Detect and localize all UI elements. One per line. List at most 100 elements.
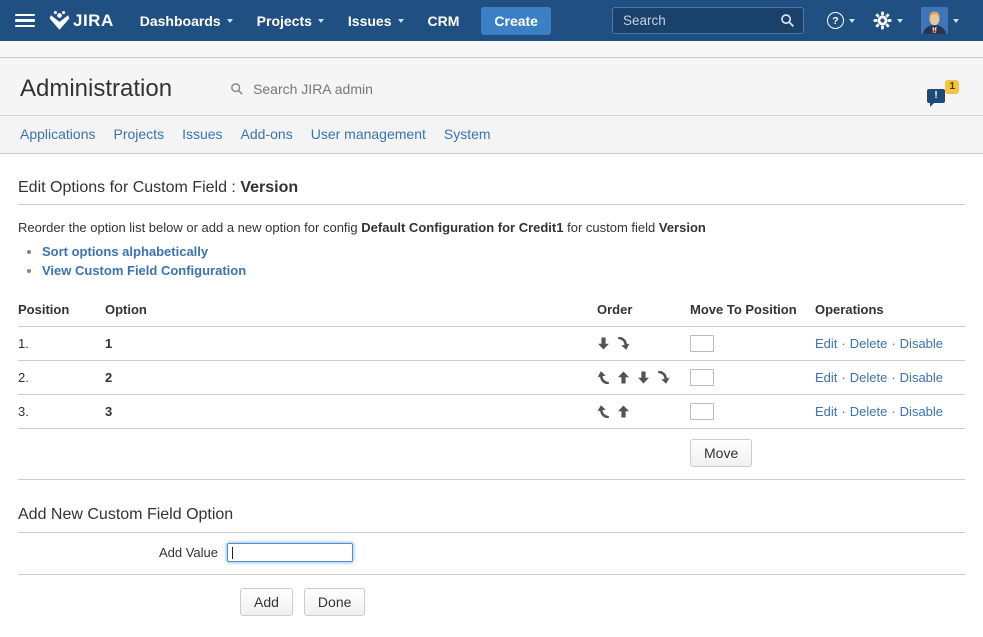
order-icons bbox=[597, 337, 690, 350]
options-table: PositionOptionOrderMove To PositionOpera… bbox=[18, 296, 965, 480]
option-value: 1 bbox=[105, 336, 112, 351]
move-to-position-cell bbox=[690, 361, 815, 395]
jira-logo[interactable]: JIRA bbox=[49, 10, 114, 31]
empty-cell bbox=[815, 429, 965, 480]
sort-options-alphabetically-link[interactable]: Sort options alphabetically bbox=[42, 244, 208, 259]
notification-icon[interactable]: 1 ! bbox=[925, 80, 959, 110]
admin-search-input[interactable] bbox=[251, 80, 421, 98]
order-icons bbox=[597, 371, 690, 384]
move-to-position-cell bbox=[690, 327, 815, 361]
delete-link[interactable]: Delete bbox=[850, 370, 888, 385]
help-menu[interactable]: ? bbox=[818, 0, 864, 41]
order-icons bbox=[597, 405, 690, 418]
admin-tabs: ApplicationsProjectsIssuesAdd-onsUser ma… bbox=[0, 115, 983, 154]
move-to-position-input[interactable] bbox=[690, 369, 714, 386]
add-value-label: Add Value bbox=[18, 545, 218, 560]
tab-applications[interactable]: Applications bbox=[11, 116, 105, 153]
empty-cell bbox=[105, 429, 597, 480]
admin-search[interactable] bbox=[230, 80, 421, 98]
tab-system[interactable]: System bbox=[435, 116, 500, 153]
col-header-option: Option bbox=[105, 296, 597, 327]
nav-item-issues[interactable]: Issues bbox=[336, 0, 416, 41]
move-to-position-input[interactable] bbox=[690, 403, 714, 420]
empty-cell bbox=[18, 429, 105, 480]
edit-link[interactable]: Edit bbox=[815, 336, 837, 351]
nav-item-label: Projects bbox=[257, 13, 312, 29]
move-to-first-icon[interactable] bbox=[597, 405, 610, 418]
tab-user-management[interactable]: User management bbox=[302, 116, 435, 153]
order-cell bbox=[597, 327, 690, 361]
tab-projects[interactable]: Projects bbox=[105, 116, 174, 153]
link-separator: · bbox=[887, 336, 899, 351]
notification-bubble: ! bbox=[927, 89, 945, 103]
nav-item-projects[interactable]: Projects bbox=[245, 0, 336, 41]
move-button[interactable]: Move bbox=[690, 439, 752, 467]
delete-link[interactable]: Delete bbox=[850, 336, 888, 351]
move-to-last-icon[interactable] bbox=[657, 371, 670, 384]
edit-link[interactable]: Edit bbox=[815, 404, 837, 419]
chevron-down-icon bbox=[227, 19, 233, 23]
move-to-position-cell bbox=[690, 395, 815, 429]
add-value-row: Add Value bbox=[18, 533, 965, 574]
edit-link[interactable]: Edit bbox=[815, 370, 837, 385]
chevron-down-icon bbox=[849, 19, 855, 23]
order-cell bbox=[597, 361, 690, 395]
chevron-down-icon bbox=[953, 19, 959, 23]
section-heading: Edit Options for Custom Field : Version bbox=[18, 179, 965, 197]
create-button[interactable]: Create bbox=[481, 7, 551, 35]
move-down-icon[interactable] bbox=[637, 371, 650, 384]
option-cell: 1 bbox=[105, 327, 597, 361]
move-to-last-icon[interactable] bbox=[617, 337, 630, 350]
empty-cell bbox=[597, 429, 690, 480]
tab-add-ons[interactable]: Add-ons bbox=[232, 116, 302, 153]
help-icon: ? bbox=[827, 12, 844, 29]
position-cell: 1. bbox=[18, 327, 105, 361]
add-value-input[interactable] bbox=[227, 543, 353, 562]
operations-cell: Edit·Delete·Disable bbox=[815, 395, 965, 429]
move-up-icon[interactable] bbox=[617, 371, 630, 384]
nav-item-dashboards[interactable]: Dashboards bbox=[128, 0, 245, 41]
admin-header: Administration 1 ! bbox=[0, 57, 983, 115]
done-button[interactable]: Done bbox=[304, 588, 365, 616]
link-separator: · bbox=[837, 370, 849, 385]
custom-field-name: Version bbox=[240, 179, 298, 196]
add-button[interactable]: Add bbox=[240, 588, 293, 616]
sub-header-strip bbox=[0, 41, 983, 57]
navbar-items: Dashboards Projects IssuesCRM bbox=[128, 0, 472, 41]
hamburger-icon[interactable] bbox=[15, 14, 35, 28]
option-value: 2 bbox=[105, 370, 112, 385]
move-to-position-input[interactable] bbox=[690, 335, 714, 352]
nav-item-label: Dashboards bbox=[140, 13, 221, 29]
link-separator: · bbox=[887, 404, 899, 419]
table-row: 2.2Edit·Delete·Disable bbox=[18, 361, 965, 395]
disable-link[interactable]: Disable bbox=[900, 370, 943, 385]
tab-issues[interactable]: Issues bbox=[173, 116, 231, 153]
delete-link[interactable]: Delete bbox=[850, 404, 888, 419]
navbar-search[interactable] bbox=[612, 7, 804, 34]
options-table-body: 1.1Edit·Delete·Disable2.2Edit·Delete·Dis… bbox=[18, 327, 965, 480]
nav-item-crm[interactable]: CRM bbox=[416, 0, 472, 41]
move-to-first-icon[interactable] bbox=[597, 371, 610, 384]
chevron-down-icon bbox=[897, 19, 903, 23]
chevron-down-icon bbox=[398, 19, 404, 23]
view-custom-field-configuration-link[interactable]: View Custom Field Configuration bbox=[42, 263, 246, 278]
link-separator: · bbox=[837, 336, 849, 351]
intro-text: Reorder the option list below or add a n… bbox=[18, 220, 965, 235]
col-header-operations: Operations bbox=[815, 296, 965, 327]
position-cell: 2. bbox=[18, 361, 105, 395]
order-cell bbox=[597, 395, 690, 429]
move-down-icon[interactable] bbox=[597, 337, 610, 350]
position-cell: 3. bbox=[18, 395, 105, 429]
main-content: Edit Options for Custom Field : Version … bbox=[0, 154, 983, 616]
jira-logo-text: JIRA bbox=[73, 11, 114, 31]
navbar-search-input[interactable] bbox=[621, 12, 780, 29]
disable-link[interactable]: Disable bbox=[900, 404, 943, 419]
col-header-order: Order bbox=[597, 296, 690, 327]
disable-link[interactable]: Disable bbox=[900, 336, 943, 351]
table-row: 1.1Edit·Delete·Disable bbox=[18, 327, 965, 361]
notification-bubble-tail bbox=[930, 102, 935, 107]
user-profile-menu[interactable] bbox=[912, 0, 968, 41]
action-links: Sort options alphabetically View Custom F… bbox=[18, 244, 965, 278]
move-up-icon[interactable] bbox=[617, 405, 630, 418]
admin-gear-menu[interactable] bbox=[864, 0, 912, 41]
